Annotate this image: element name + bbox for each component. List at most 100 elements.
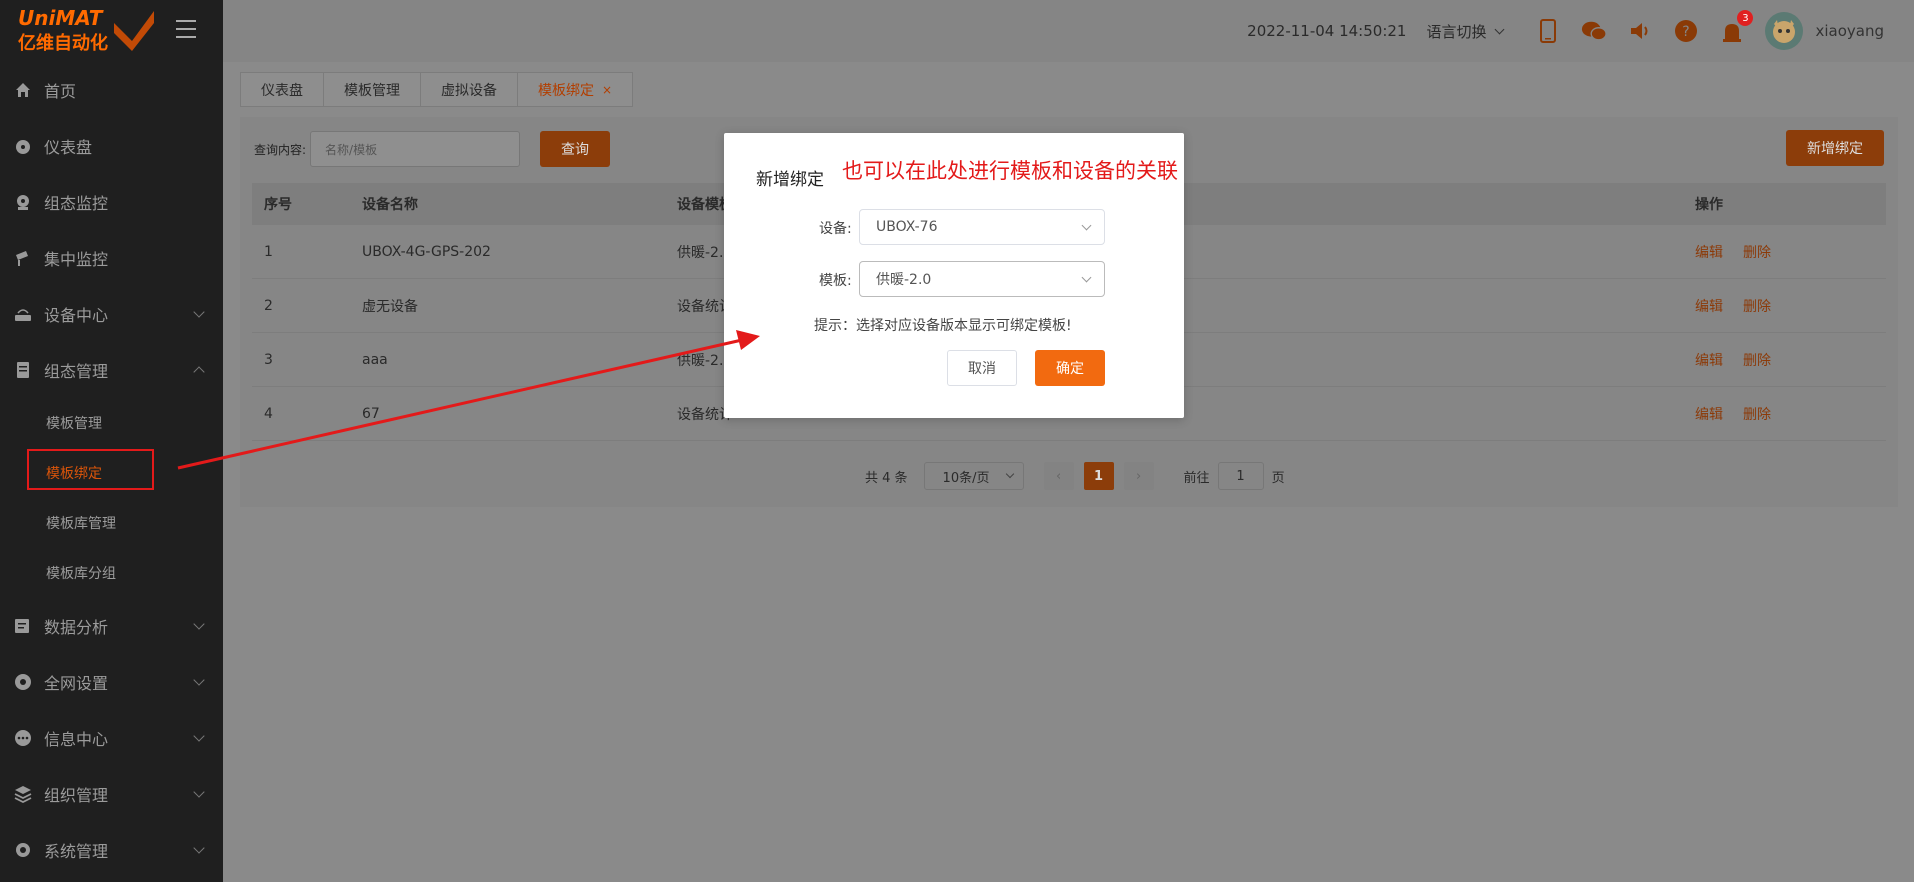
analytics-icon	[15, 619, 29, 633]
logo-text-bottom: 亿维自动化	[18, 33, 108, 54]
sidebar-item-label: 设备中心	[44, 306, 109, 325]
tab-template-binding[interactable]: 模板绑定 ×	[517, 72, 634, 107]
layers-icon	[14, 786, 32, 803]
sidebar-item-label: 组织管理	[44, 786, 109, 805]
logo: UniMAT 亿维自动化	[0, 0, 223, 62]
chevron-down-icon	[193, 730, 205, 742]
sidebar-item-label: 数据分析	[44, 618, 109, 637]
device-label: 设备:	[819, 221, 852, 237]
pagination-total: 共 4 条	[865, 470, 908, 486]
sidebar-item-label: 信息中心	[44, 730, 109, 749]
add-binding-dialog: 新增绑定 也可以在此处进行模板和设备的关联 设备: UBOX-76 模板: 供暖…	[724, 133, 1184, 418]
chevron-down-icon	[193, 786, 205, 798]
chevron-down-icon	[1495, 24, 1505, 34]
column-header-device-name: 设备名称	[362, 197, 418, 213]
sidebar-item-system-manage[interactable]: 系统管理	[0, 822, 223, 878]
annotation-text: 也可以在此处进行模板和设备的关联	[842, 159, 1178, 183]
device-select[interactable]: UBOX-76	[859, 209, 1105, 245]
logo-mark-icon	[114, 11, 154, 51]
sidebar: UniMAT 亿维自动化 首页 仪表盘 组态监控 集中监控 设备中心 组态管理 …	[0, 0, 223, 882]
add-binding-button[interactable]: 新增绑定	[1786, 130, 1884, 166]
delete-button[interactable]: 删除	[1743, 245, 1771, 261]
edit-button[interactable]: 编辑	[1695, 245, 1723, 261]
delete-button[interactable]: 删除	[1743, 407, 1771, 423]
sidebar-subitem-template-library[interactable]: 模板库管理	[0, 498, 223, 548]
chevron-down-icon	[193, 842, 205, 854]
sidebar-item-home[interactable]: 首页	[0, 62, 223, 118]
help-icon[interactable]: ?	[1673, 18, 1699, 44]
username[interactable]: xiaoyang	[1815, 22, 1884, 40]
sidebar-item-label: 组态管理	[44, 362, 109, 381]
mobile-icon[interactable]	[1535, 18, 1561, 44]
sidebar-item-network-settings[interactable]: 全网设置	[0, 654, 223, 710]
tab-template-manage[interactable]: 模板管理	[323, 72, 420, 107]
top-header: 2022-11-04 14:50:21 语言切换 ? 3 xiaoyang	[223, 0, 1914, 62]
sidebar-item-info-center[interactable]: 信息中心	[0, 710, 223, 766]
chevron-up-icon	[193, 366, 205, 378]
sidebar-item-device-center[interactable]: 设备中心	[0, 286, 223, 342]
prev-page-button[interactable]: ‹	[1043, 462, 1074, 490]
speaker-icon[interactable]	[1627, 18, 1653, 44]
chevron-down-icon	[1081, 220, 1092, 231]
chevron-down-icon	[193, 306, 205, 318]
sidebar-item-org-manage[interactable]: 组织管理	[0, 766, 223, 822]
avatar[interactable]	[1765, 12, 1804, 50]
sidebar-item-label: 集中监控	[44, 250, 109, 269]
confirm-button[interactable]: 确定	[1035, 350, 1105, 386]
sidebar-item-config-monitor[interactable]: 组态监控	[0, 174, 223, 230]
page-size-select[interactable]: 10条/页	[923, 462, 1024, 490]
logo-text-top: UniMAT	[18, 6, 103, 30]
delete-button[interactable]: 删除	[1743, 299, 1771, 315]
template-label: 模板:	[819, 273, 852, 289]
hamburger-menu-icon[interactable]	[176, 20, 196, 38]
edit-button[interactable]: 编辑	[1695, 299, 1723, 315]
search-label: 查询内容:	[254, 142, 307, 157]
message-icon	[15, 730, 31, 746]
router-icon	[15, 309, 31, 321]
template-select[interactable]: 供暖-2.0	[859, 261, 1105, 297]
wechat-icon[interactable]	[1581, 18, 1608, 44]
gear-icon	[16, 843, 30, 857]
column-header-actions: 操作	[1695, 197, 1723, 213]
home-icon	[16, 83, 30, 97]
column-header-index: 序号	[264, 197, 292, 213]
cancel-button[interactable]: 取消	[947, 350, 1017, 386]
close-icon[interactable]: ×	[602, 83, 612, 97]
annotation-highlight-box	[27, 449, 154, 490]
tab-bar: 仪表盘 模板管理 虚拟设备 模板绑定 ×	[240, 72, 634, 107]
query-button[interactable]: 查询	[540, 131, 611, 167]
search-input[interactable]: 名称/模板	[310, 131, 521, 167]
page-suffix: 页	[1271, 470, 1285, 486]
document-icon	[17, 362, 29, 378]
delete-button[interactable]: 删除	[1743, 353, 1771, 369]
goto-label: 前往	[1183, 470, 1210, 486]
edit-button[interactable]: 编辑	[1695, 407, 1723, 423]
edit-button[interactable]: 编辑	[1695, 353, 1723, 369]
dialog-hint: 提示：选择对应设备版本显示可绑定模板!	[814, 318, 1072, 334]
tab-dashboard[interactable]: 仪表盘	[240, 72, 323, 107]
sidebar-item-label: 仪表盘	[44, 138, 93, 157]
sidebar-subitem-template-library-group[interactable]: 模板库分组	[0, 548, 223, 598]
svg-text:?: ?	[1683, 24, 1690, 40]
sidebar-subitem-template-manage[interactable]: 模板管理	[0, 398, 223, 448]
sidebar-item-label: 首页	[44, 82, 77, 101]
sidebar-item-label: 组态监控	[44, 194, 109, 213]
page-number-current[interactable]: 1	[1083, 462, 1114, 490]
sidebar-item-config-manage[interactable]: 组态管理	[0, 342, 223, 398]
sidebar-item-dashboard[interactable]: 仪表盘	[0, 118, 223, 174]
chevron-down-icon	[193, 674, 205, 686]
next-page-button[interactable]: ›	[1123, 462, 1154, 490]
alarm-icon[interactable]: 3	[1719, 10, 1754, 44]
sidebar-item-label: 全网设置	[44, 674, 109, 693]
chevron-down-icon	[1005, 469, 1014, 479]
header-datetime: 2022-11-04 14:50:21	[1247, 22, 1407, 40]
sidebar-item-label: 系统管理	[44, 842, 109, 861]
notification-badge: 3	[1737, 10, 1754, 26]
camera-icon	[16, 251, 28, 266]
tab-virtual-device[interactable]: 虚拟设备	[420, 72, 517, 107]
goto-page-input[interactable]: 1	[1217, 462, 1264, 490]
sidebar-item-central-monitor[interactable]: 集中监控	[0, 230, 223, 286]
search-row: 查询内容: 名称/模板 查询	[254, 131, 611, 167]
language-switch[interactable]: 语言切换	[1426, 21, 1505, 42]
sidebar-item-data-analysis[interactable]: 数据分析	[0, 598, 223, 654]
